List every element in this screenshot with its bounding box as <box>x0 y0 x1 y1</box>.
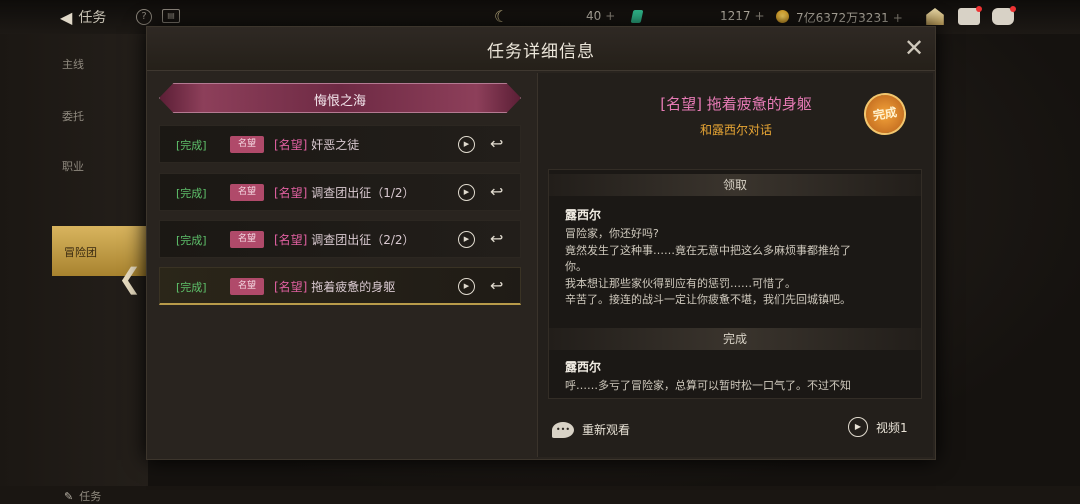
quest-name-prefix: [名望] <box>274 233 308 247</box>
back-button[interactable]: ◀ 任务 <box>60 7 120 27</box>
quest-group-title: 悔恨之海 <box>313 94 366 109</box>
quest-name-text: 调查团出征（1/2） <box>311 186 415 200</box>
dialogue-box[interactable]: 领取 露西尔 冒险家，你还好吗? 竟然发生了这种事……竟在无意中把这么多麻烦事都… <box>548 169 922 399</box>
resource-gems-value: 1217 <box>720 9 751 23</box>
accept-dialogue: 冒险家，你还好吗? 竟然发生了这种事……竟在无意中把这么多麻烦事都推给了 你。 … <box>565 226 915 309</box>
resource-fatigue-plus[interactable]: + <box>605 9 615 23</box>
quest-name-text: 奸恶之徒 <box>311 138 360 152</box>
quest-status: [完成] <box>176 139 207 152</box>
complete-speaker: 露西尔 <box>565 360 602 374</box>
quest-name-prefix: [名望] <box>274 280 308 294</box>
detail-actions: ••• 重新观看 ▶ 视频1 <box>548 417 922 445</box>
resource-gold-value: 7亿6372万3231 <box>796 11 889 25</box>
accept-line: 辛苦了。接连的战斗一定让你疲惫不堪，我们先回城镇吧。 <box>565 293 851 306</box>
resource-gems-plus[interactable]: + <box>755 9 765 23</box>
play-icon[interactable]: ▶ <box>458 136 475 153</box>
accept-speaker: 露西尔 <box>565 208 602 222</box>
fame-tag: 名望 <box>230 184 264 201</box>
nav-bottom-quest[interactable]: ✎ 任务 <box>64 488 101 504</box>
video-label: 视频1 <box>876 420 908 435</box>
complete-dialogue: 呼……多亏了冒险家，总算可以暂时松一口气了。不过不知 <box>565 378 915 395</box>
accept-line: 竟然发生了这种事……竟在无意中把这么多麻烦事都推给了 <box>565 243 851 257</box>
resource-gems: 1217 + <box>720 9 765 23</box>
dialog-title: 任务详细信息 <box>487 42 595 62</box>
quest-group-banner[interactable]: 悔恨之海 <box>159 83 521 113</box>
left-nav: 主线 委托 职业 冒险团 ❮ ✎ 任务 <box>0 34 148 503</box>
game-background: ◀ 任务 ? ▤ ☾ 40 + 1217 + 7亿6372万3231 + 主线 委托 … <box>0 0 1080 503</box>
back-label: 任务 <box>78 10 107 26</box>
undo-icon[interactable]: ↩ <box>490 276 503 295</box>
play-icon[interactable]: ▶ <box>458 231 475 248</box>
quest-name: [名望] 拖着疲惫的身躯 <box>274 278 395 295</box>
accept-line: 冒险家，你还好吗? <box>565 227 659 240</box>
speech-bubble-icon: ••• <box>552 421 574 438</box>
rewatch-label: 重新观看 <box>582 423 631 437</box>
play-icon[interactable]: ▶ <box>458 278 475 295</box>
nav-item-adventure-label: 冒险团 <box>64 246 97 259</box>
resource-gold-plus[interactable]: + <box>893 11 903 25</box>
quest-detail-panel: [名望] 拖着疲惫的身躯 和露西尔对话 完成 领取 露西尔 冒险家，你还好吗? … <box>537 73 933 457</box>
fame-tag: 名望 <box>230 231 264 248</box>
resource-gold: 7亿6372万3231 + <box>796 9 903 26</box>
accept-line: 我本想让那些家伙得到应有的惩罚……可惜了。 <box>565 276 796 290</box>
quest-status: [完成] <box>176 234 207 247</box>
gold-coin-icon <box>776 10 789 23</box>
complete-line: 呼……多亏了冒险家，总算可以暂时松一口气了。不过不知 <box>565 379 851 392</box>
resource-fatigue-value: 40 <box>586 9 602 23</box>
quest-row-selected[interactable]: [完成] 名望 [名望] 拖着疲惫的身躯 ▶ ↩ <box>159 267 521 305</box>
fame-tag: 名望 <box>230 136 264 153</box>
shop-icon[interactable] <box>926 8 944 25</box>
chat-notification-dot <box>1010 6 1016 12</box>
complete-section-header: 完成 <box>549 328 921 350</box>
nav-item-class[interactable]: 职业 <box>62 158 84 174</box>
play-circle-icon: ▶ <box>848 417 868 437</box>
moon-icon: ☾ <box>494 7 509 26</box>
quill-icon: ✎ <box>64 490 74 503</box>
nav-item-main[interactable]: 主线 <box>62 56 84 72</box>
quest-name-prefix: [名望] <box>274 138 308 152</box>
undo-icon[interactable]: ↩ <box>490 182 503 201</box>
close-icon[interactable]: ✕ <box>901 36 927 62</box>
quest-status: [完成] <box>176 187 207 200</box>
undo-icon[interactable]: ↩ <box>490 229 503 248</box>
card-icon[interactable]: ▤ <box>162 9 180 23</box>
quest-name: [名望] 奸恶之徒 <box>274 136 359 153</box>
back-arrow-icon: ◀ <box>60 7 73 27</box>
fame-tag: 名望 <box>230 278 264 295</box>
gem-icon <box>630 10 644 23</box>
dialog-header: 任务详细信息 ✕ <box>147 27 935 71</box>
quest-name-prefix: [名望] <box>274 186 308 200</box>
nav-item-commission[interactable]: 委托 <box>62 108 84 124</box>
quest-name: [名望] 调查团出征（2/2） <box>274 231 415 248</box>
video-button[interactable]: ▶ 视频1 <box>848 417 908 437</box>
quest-detail-dialog: 任务详细信息 ✕ 悔恨之海 [完成] 名望 [名望] 奸恶之徒 ▶ ↩ [完成]… <box>146 26 936 460</box>
quest-row[interactable]: [完成] 名望 [名望] 调查团出征（2/2） ▶ ↩ <box>159 220 521 258</box>
quest-name-text: 拖着疲惫的身躯 <box>311 280 396 294</box>
quest-list-panel: 悔恨之海 [完成] 名望 [名望] 奸恶之徒 ▶ ↩ [完成] 名望 [名望] … <box>157 73 535 455</box>
rewatch-button[interactable]: ••• 重新观看 <box>552 421 630 438</box>
mail-notification-dot <box>976 6 982 12</box>
quest-row[interactable]: [完成] 名望 [名望] 调查团出征（1/2） ▶ ↩ <box>159 173 521 211</box>
accept-section-header: 领取 <box>549 174 921 196</box>
help-icon[interactable]: ? <box>136 9 152 25</box>
quest-status: [完成] <box>176 281 207 294</box>
quest-name: [名望] 调查团出征（1/2） <box>274 184 415 201</box>
play-icon[interactable]: ▶ <box>458 184 475 201</box>
accept-line: 你。 <box>565 260 587 273</box>
nav-bottom-quest-label: 任务 <box>79 490 102 503</box>
chevron-left-icon: ❮ <box>118 262 142 295</box>
resource-fatigue: 40 + <box>586 9 615 23</box>
quest-row[interactable]: [完成] 名望 [名望] 奸恶之徒 ▶ ↩ <box>159 125 521 163</box>
undo-icon[interactable]: ↩ <box>490 134 503 153</box>
quest-name-text: 调查团出征（2/2） <box>311 233 415 247</box>
